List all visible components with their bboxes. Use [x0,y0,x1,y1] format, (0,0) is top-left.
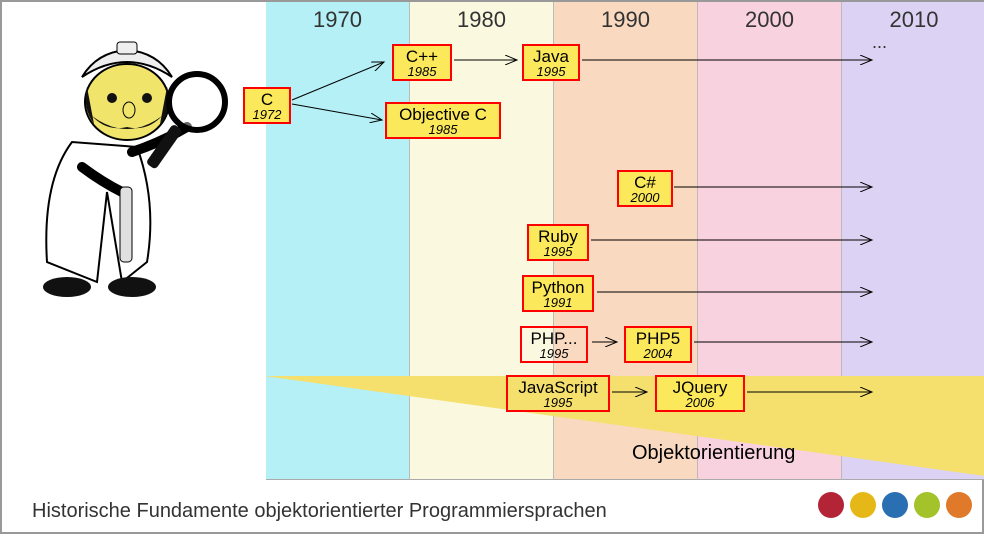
detective-illustration [12,32,232,302]
lang-php: PHP...1995 [520,326,588,363]
lang-java: Java1995 [522,44,580,81]
lang-jquery: JQuery2006 [655,375,745,412]
lang-c: C1972 [243,87,291,124]
dot-2 [850,492,876,518]
oop-label: Objektorientierung [632,442,795,465]
oop-growth-triangle [266,376,984,476]
decade-label: 1980 [410,2,553,33]
decade-label: 2000 [698,2,841,33]
dot-4 [914,492,940,518]
lang-objc: Objective C1985 [385,102,501,139]
lang-csharp: C#2000 [617,170,673,207]
lang-cpp: C++1985 [392,44,452,81]
decade-label: 1970 [266,2,409,33]
lang-php5: PHP52004 [624,326,692,363]
slide-title: Historische Fundamente objektorientierte… [32,500,607,523]
decade-label: 2010 [842,2,984,33]
decade-label: 1990 [554,2,697,33]
lang-ruby: Ruby1995 [527,224,589,261]
lang-javascript: JavaScript1995 [506,375,610,412]
dot-3 [882,492,908,518]
brand-dots [818,492,972,518]
dot-5 [946,492,972,518]
lang-python: Python1991 [522,275,594,312]
timeline-continues-ellipsis: ... [872,32,887,53]
dot-1 [818,492,844,518]
